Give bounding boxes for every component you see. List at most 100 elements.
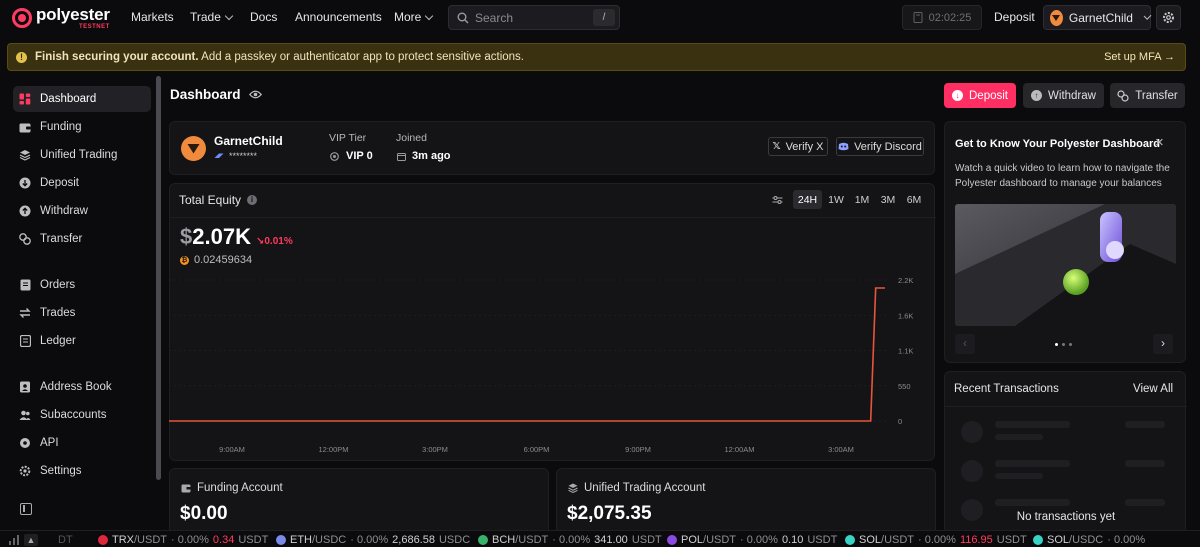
sidebar-item-label: Transfer [40, 233, 83, 245]
sidebar-item-label: Ledger [40, 335, 76, 347]
sidebar-item-label: Trades [40, 307, 76, 319]
close-icon[interactable]: × [1155, 135, 1164, 150]
verify-x-button[interactable]: 𝕏 Verify X [768, 137, 828, 156]
user-menu-button[interactable]: GarnetChild [1043, 5, 1152, 30]
arrow-down-circle-icon [19, 177, 31, 189]
sidebar-item-orders[interactable]: Orders [13, 272, 151, 298]
sidebar-item-label: Funding [40, 121, 82, 133]
nav-trade[interactable]: Trade [190, 10, 234, 24]
intro-title: Get to Know Your Polyester Dashboard [955, 138, 1160, 150]
intro-body: Watch a quick video to learn how to navi… [955, 163, 1170, 189]
arrow-up-circle-icon: ↑ [1031, 90, 1043, 101]
sidebar-item-deposit[interactable]: Deposit [13, 170, 151, 196]
brand-name: polyester [36, 5, 110, 24]
nav-markets[interactable]: Markets [131, 10, 174, 24]
x-tick-label: 9:00PM [625, 445, 651, 454]
sidebar-item-ledger[interactable]: Ledger [13, 328, 151, 354]
transfer-button[interactable]: Transfer [1110, 83, 1185, 108]
carousel-next-button[interactable]: › [1153, 334, 1173, 354]
sidebar-item-subaccounts[interactable]: Subaccounts [13, 402, 151, 428]
unified-account-card[interactable]: Unified Trading Account $2,075.35 [556, 468, 936, 538]
range-1m[interactable]: 1M [850, 190, 874, 209]
funding-account-value: $0.00 [180, 503, 228, 524]
sidebar-item-trades[interactable]: Trades [13, 300, 151, 326]
discord-icon [838, 142, 849, 151]
nav-markets-label: Markets [131, 10, 174, 24]
carousel-dot[interactable] [1069, 343, 1072, 346]
withdraw-button[interactable]: ↑ Withdraw [1023, 83, 1104, 108]
collapse-sidebar-icon[interactable] [20, 503, 32, 515]
ticker-quote: /USDT [881, 534, 915, 546]
skeleton-line [995, 460, 1070, 467]
funding-account-card[interactable]: Funding Account $0.00 [169, 468, 549, 538]
chart-settings-button[interactable] [767, 190, 787, 209]
ticker-item[interactable]: SOL/USDT · 0.00% 116.95 USDT [845, 534, 1027, 546]
setup-mfa-link[interactable]: Set up MFA → [1104, 51, 1175, 63]
search-input[interactable] [475, 10, 585, 25]
arrow-up-circle-icon [19, 205, 31, 217]
sliders-icon [772, 195, 782, 204]
settings-button[interactable] [1156, 5, 1181, 30]
ticker-base: POL [681, 534, 704, 546]
range-6m[interactable]: 6M [902, 190, 926, 209]
ticker-quote: /USDC [312, 534, 347, 546]
nav-docs[interactable]: Docs [250, 10, 277, 24]
ticker-item[interactable]: TRX/USDT · 0.00% 0.34 USDT [98, 534, 268, 546]
range-1w[interactable]: 1W [824, 190, 848, 209]
range-3m[interactable]: 3M [876, 190, 900, 209]
eye-icon[interactable] [248, 90, 262, 99]
carousel-prev-button[interactable]: ‹ [955, 334, 975, 354]
sidebar-item-label: Subaccounts [40, 409, 107, 421]
ticker-base: SOL [1047, 534, 1070, 546]
sidebar-item-api[interactable]: API [13, 430, 151, 456]
sidebar-item-funding[interactable]: Funding [13, 114, 151, 140]
sidebar-scrollbar[interactable] [156, 76, 161, 480]
sidebar-item-unified-trading[interactable]: Unified Trading [13, 142, 151, 168]
equity-currency: $ [180, 224, 193, 249]
ticker-item[interactable]: SOL/USDC · 0.00% [1033, 534, 1145, 546]
sidebar-item-withdraw[interactable]: Withdraw [13, 198, 151, 224]
unified-account-label: Unified Trading Account [584, 482, 706, 494]
coin-icon [845, 535, 855, 545]
y-tick-label: 1.6K [898, 311, 913, 320]
verify-discord-label: Verify Discord [854, 140, 922, 153]
divider [170, 217, 936, 218]
range-24h[interactable]: 24H [793, 190, 822, 209]
nav-announcements[interactable]: Announcements [295, 10, 382, 24]
ticker-item[interactable]: ETH/USDC · 0.00% 2,686.58 USDC [276, 534, 470, 546]
skeleton-avatar [961, 460, 983, 482]
ticker-item[interactable]: DT [58, 534, 73, 546]
sidebar-item-dashboard[interactable]: Dashboard [13, 86, 151, 112]
sidebar-item-address-book[interactable]: Address Book [13, 374, 151, 400]
carousel-dots[interactable] [1055, 343, 1072, 346]
sidebar-item-label: Deposit [40, 177, 79, 189]
profile-uid: ******** [214, 151, 257, 161]
search-box[interactable]: / [448, 5, 620, 30]
info-icon[interactable]: i [247, 195, 258, 205]
intro-video-thumbnail[interactable] [955, 204, 1176, 326]
ledger-icon [19, 335, 31, 347]
ticker-item[interactable]: POL/USDT · 0.00% 0.10 USDT [667, 534, 837, 546]
unified-account-value: $2,075.35 [567, 503, 652, 524]
view-all-link[interactable]: View All [1133, 383, 1173, 395]
sidebar-item-settings[interactable]: Settings [13, 458, 151, 484]
top-deposit-link[interactable]: Deposit [994, 10, 1035, 24]
brand-logo[interactable]: polyester TESTNET [12, 6, 110, 30]
ticker-item[interactable]: BCH/USDT · 0.00% 341.00 USDT [478, 534, 662, 546]
nav-more[interactable]: More [394, 10, 434, 24]
ticker-unit: USDT [238, 534, 269, 546]
layers-icon [19, 149, 31, 161]
hourglass-icon [913, 12, 923, 23]
ticker-change: · 0.00% [552, 534, 591, 546]
equity-value-row: $ 2.07K ↘ 0.01% [180, 224, 293, 250]
deposit-button[interactable]: ↓ Deposit [944, 83, 1016, 108]
sidebar-item-transfer[interactable]: Transfer [13, 226, 151, 252]
calendar-icon [397, 152, 406, 161]
carousel-dot[interactable] [1062, 343, 1065, 346]
verify-discord-button[interactable]: Verify Discord [836, 137, 924, 156]
document-icon [19, 279, 31, 291]
x-tick-label: 12:00AM [724, 445, 754, 454]
carousel-dot[interactable] [1055, 343, 1058, 346]
ticker-change: · 0.00% [740, 534, 778, 546]
joined-label: Joined [396, 132, 427, 144]
